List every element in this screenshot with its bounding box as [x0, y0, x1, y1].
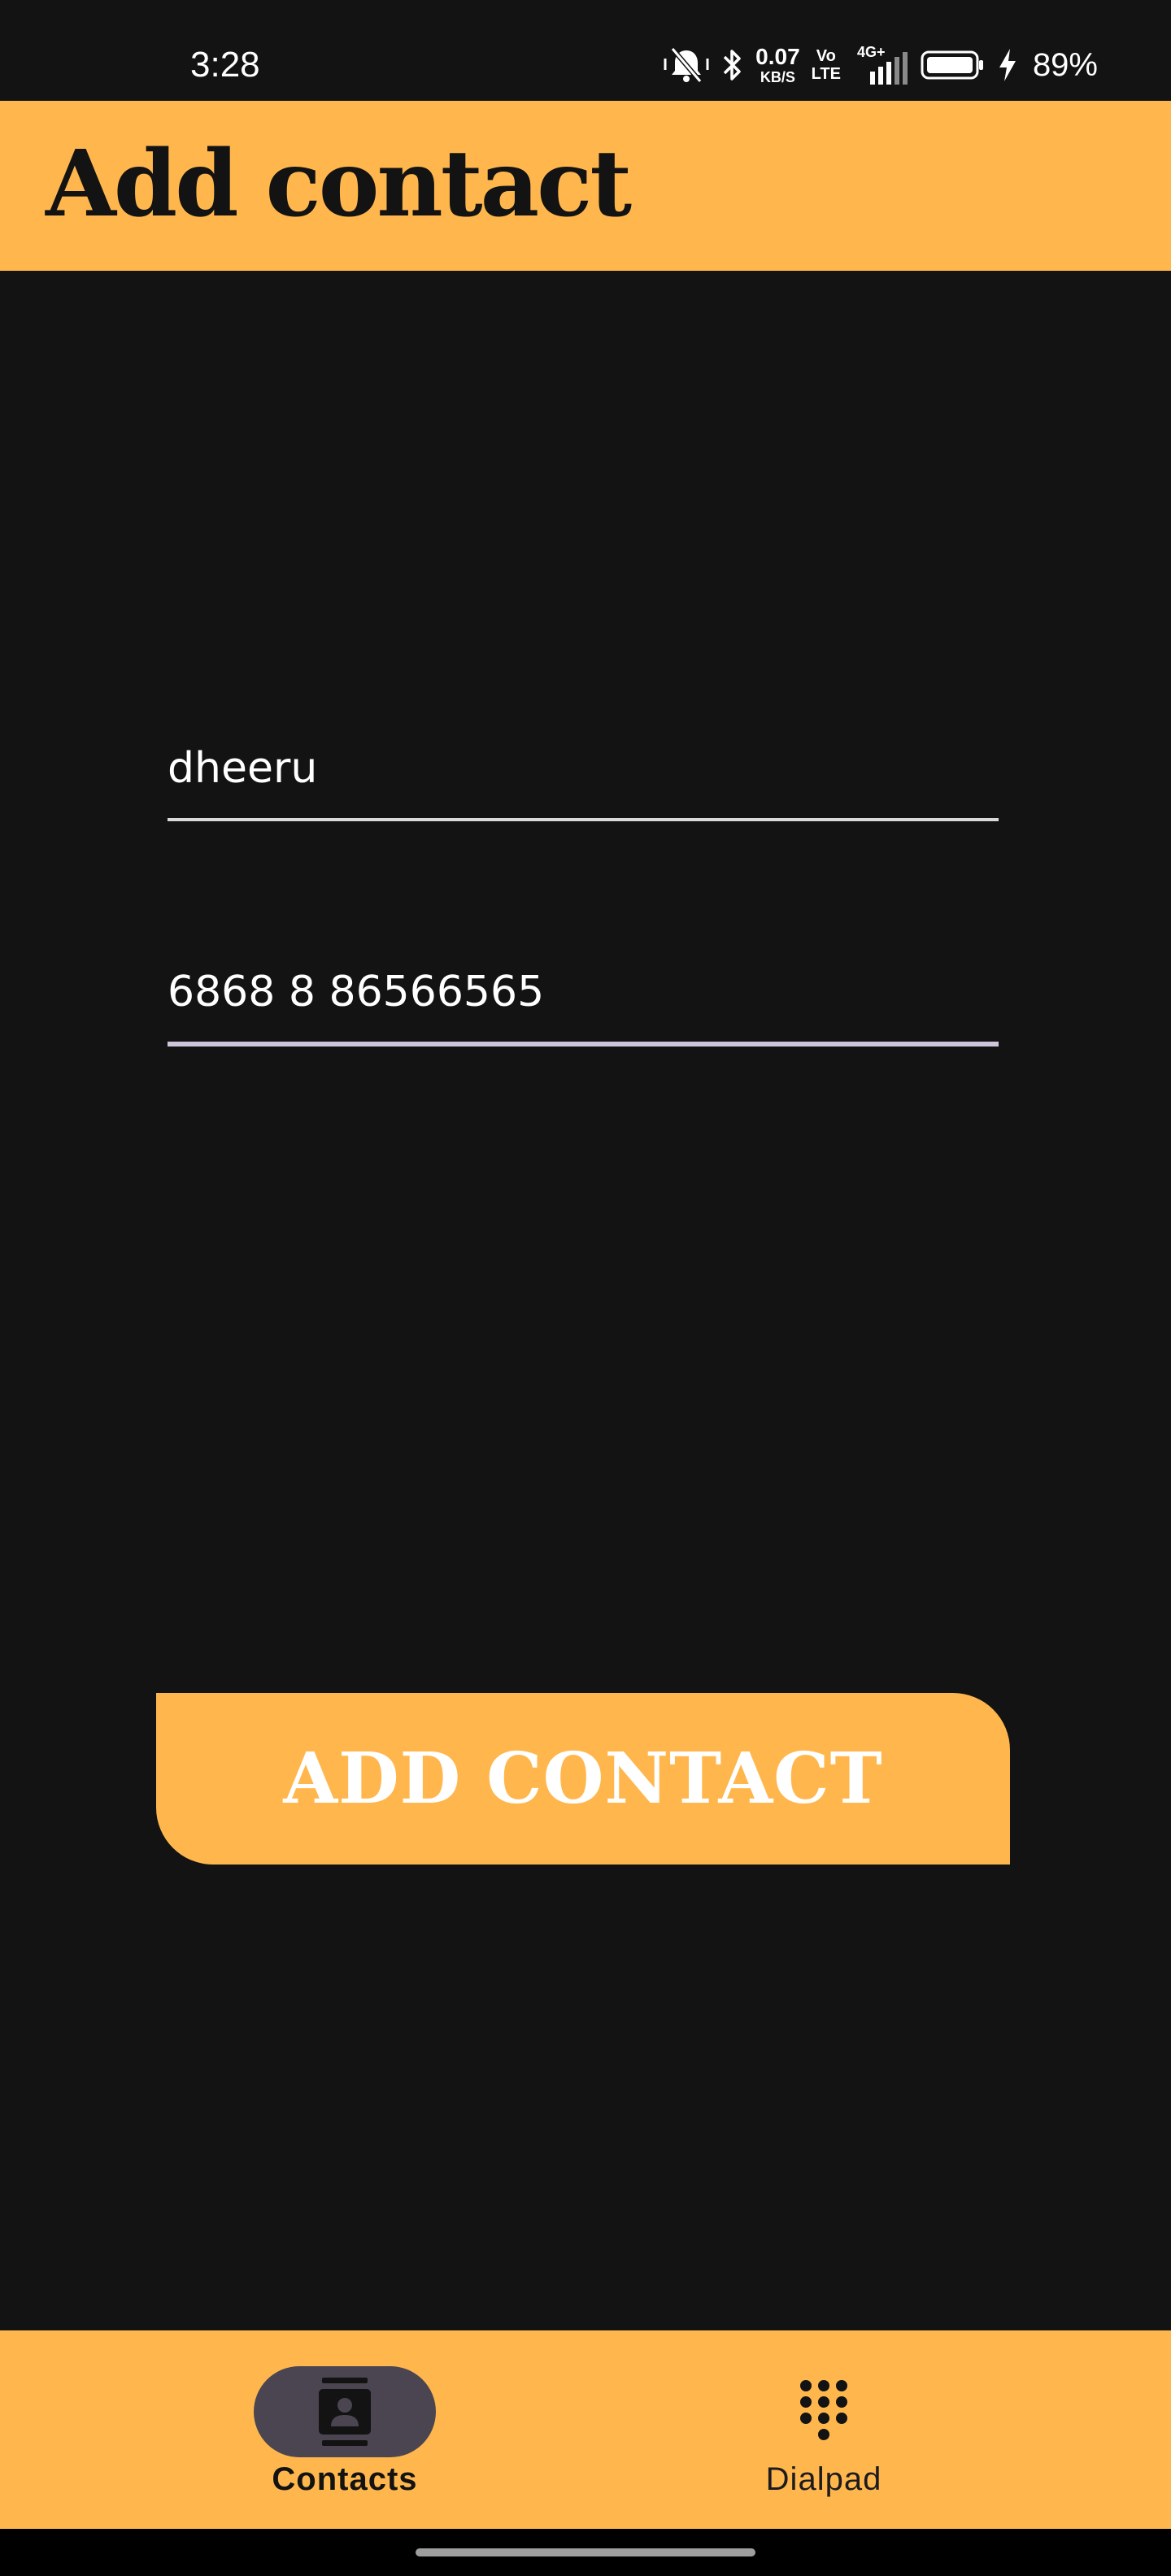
- charging-bolt-icon: [997, 47, 1018, 83]
- nav-item-contacts-label: Contacts: [272, 2461, 418, 2497]
- volte-bottom: LTE: [811, 65, 841, 83]
- nav-item-dialpad[interactable]: Dialpad: [677, 2330, 970, 2529]
- status-time: 3:28: [190, 45, 260, 85]
- app-bar: Add contact: [0, 101, 1171, 271]
- contacts-icon: [316, 2376, 374, 2448]
- add-contact-screen: 3:28 0.07 KB/S Vo LTE 4G+ 89% Add contac…: [0, 0, 1171, 2576]
- bluetooth-icon: [721, 46, 744, 85]
- phone-field-underline: [168, 1042, 999, 1046]
- home-gesture-handle[interactable]: [416, 2548, 755, 2556]
- phone-field[interactable]: [168, 947, 999, 1048]
- signal-icon: 4G+: [852, 44, 909, 86]
- nav-item-contacts[interactable]: Contacts: [198, 2330, 491, 2529]
- dialpad-icon: [794, 2376, 853, 2448]
- network-speed: 0.07 KB/S: [755, 46, 800, 85]
- volte-indicator: Vo LTE: [812, 47, 841, 83]
- status-bar: 3:28 0.07 KB/S Vo LTE 4G+ 89%: [0, 0, 1171, 101]
- gesture-bar: [0, 2529, 1171, 2576]
- phone-input[interactable]: [168, 947, 999, 1037]
- name-field-underline: [168, 818, 999, 821]
- add-contact-button[interactable]: ADD CONTACT: [156, 1693, 1010, 1865]
- name-field[interactable]: [168, 724, 999, 823]
- bottom-navigation: Contacts Dialpad: [0, 2330, 1171, 2529]
- volte-top: Vo: [816, 47, 836, 65]
- status-icons: 0.07 KB/S Vo LTE 4G+ 89%: [663, 41, 1098, 89]
- mute-vibrate-icon: [663, 46, 710, 85]
- page-title: Add contact: [46, 131, 632, 237]
- add-contact-button-label: ADD CONTACT: [283, 1738, 883, 1820]
- battery-icon: [921, 49, 986, 81]
- network-speed-value: 0.07: [755, 44, 800, 69]
- network-speed-unit: KB/S: [760, 69, 795, 85]
- battery-percent: 89%: [1032, 46, 1098, 83]
- name-input[interactable]: [168, 724, 999, 813]
- nav-item-dialpad-label: Dialpad: [765, 2461, 882, 2497]
- network-type: 4G+: [857, 44, 886, 60]
